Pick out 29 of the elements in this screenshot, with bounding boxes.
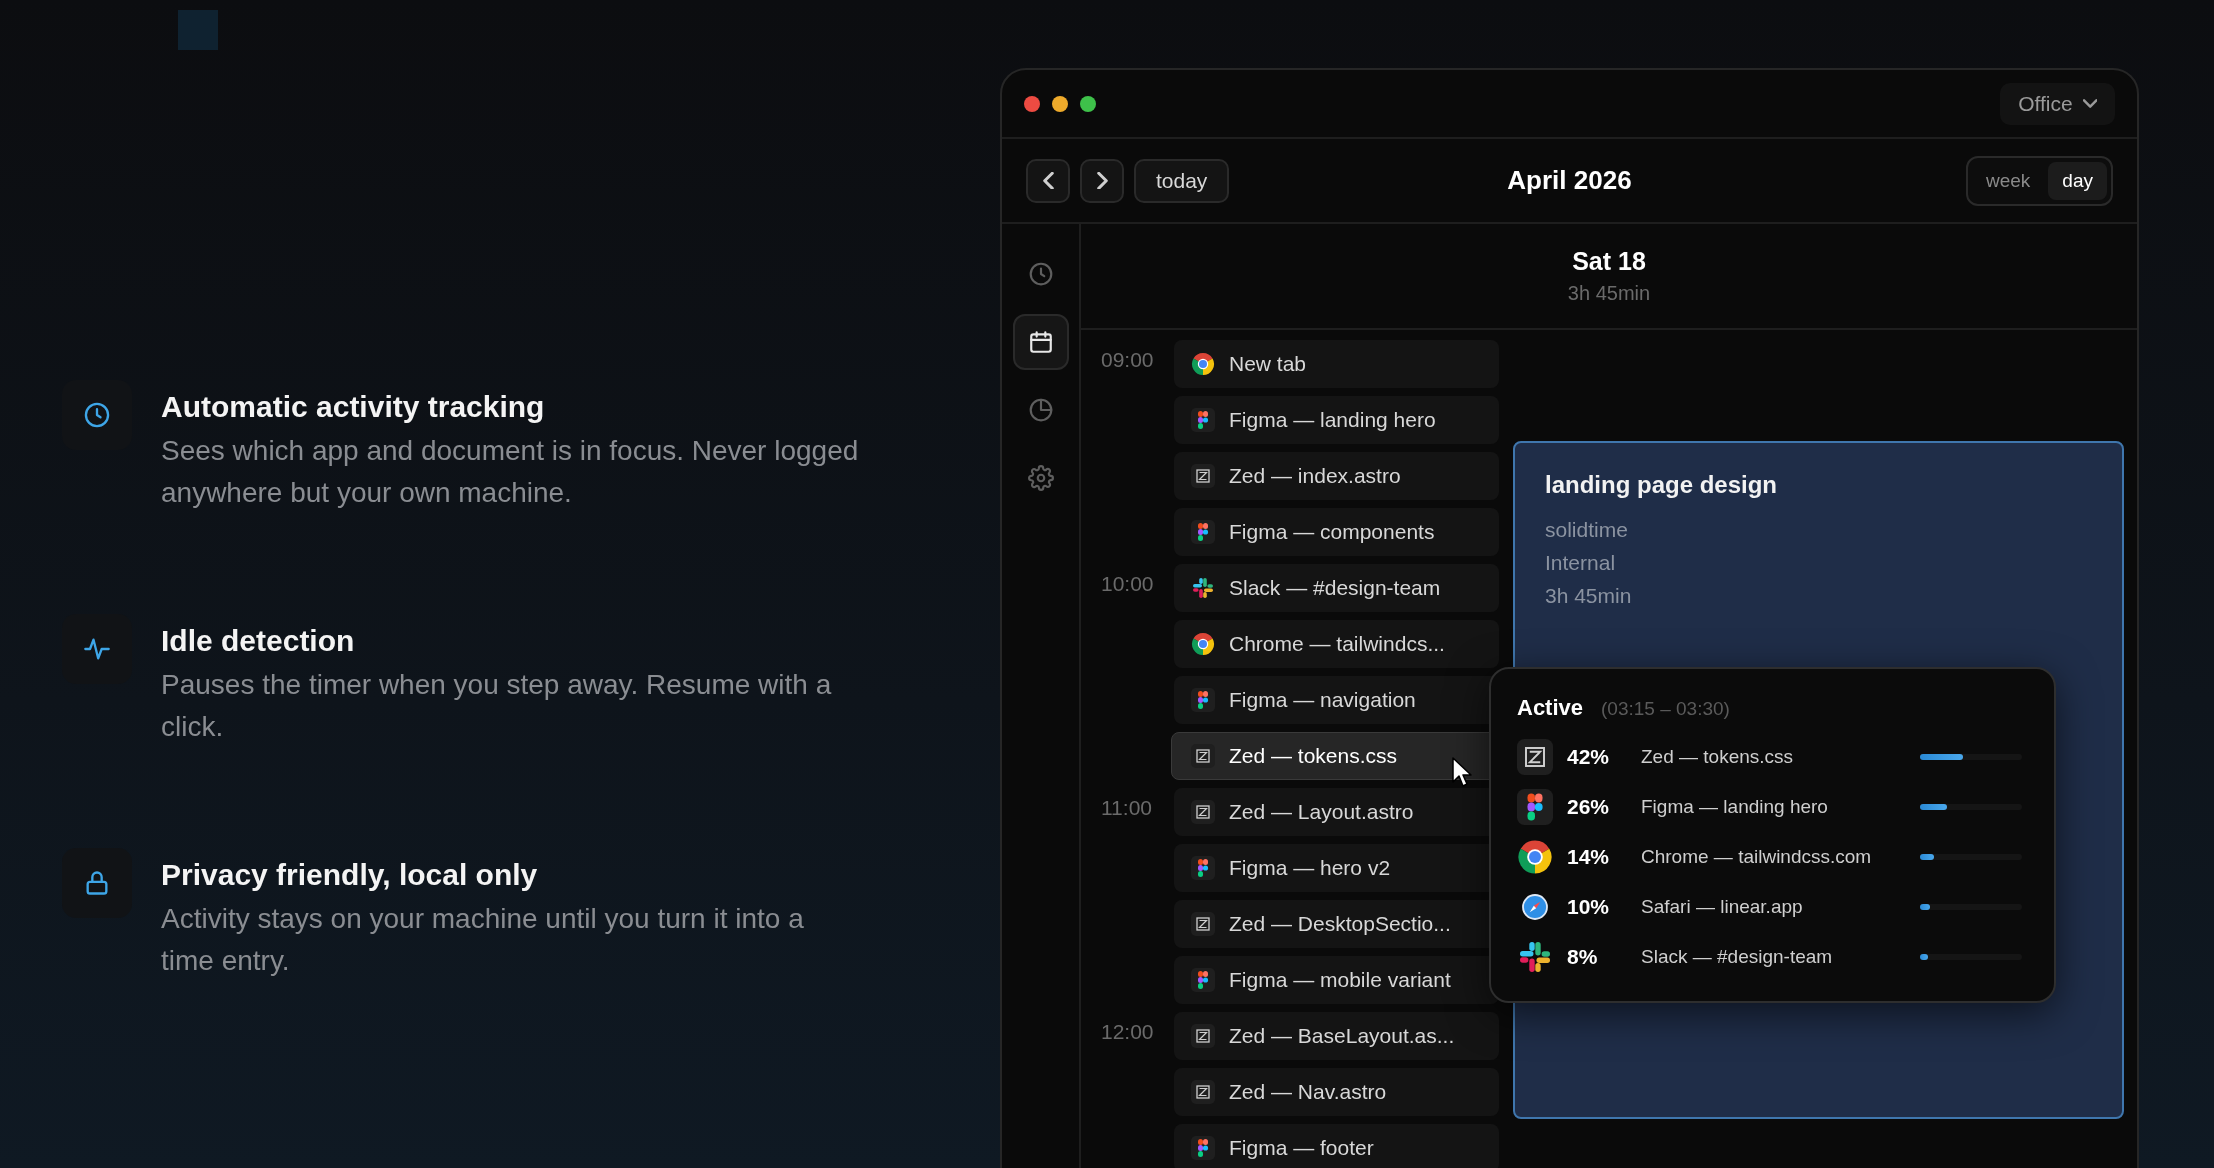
- activity-name: Figma — landing hero: [1641, 796, 1829, 818]
- day-title: Sat 18: [1572, 247, 1646, 276]
- percent-value: 10%: [1567, 895, 1611, 919]
- percent-value: 14%: [1567, 845, 1611, 869]
- event-detail: solidtime: [1545, 517, 1629, 543]
- feature-description: Activity stays on your machine until you turn it into a time entry.: [161, 902, 805, 978]
- activity-name: Slack — #design-team: [1641, 946, 1834, 968]
- popover-title: Active: [1517, 695, 1584, 721]
- month-title: April 2026: [1507, 165, 1632, 195]
- activity-name: Safari — linear.app: [1641, 896, 1804, 918]
- event-detail: 3h 45min: [1545, 583, 1633, 609]
- feature-title: Automatic activity tracking: [161, 390, 546, 424]
- percent-value: 8%: [1567, 945, 1599, 969]
- percent-value: 26%: [1567, 795, 1611, 819]
- time-range: (03:15 – 03:30): [1601, 698, 1730, 720]
- percent-value: 42%: [1567, 745, 1611, 769]
- feature-title: Idle detection: [161, 624, 356, 658]
- hour-label: 12:00: [1101, 1020, 1154, 1043]
- event-detail: Internal: [1545, 550, 1617, 576]
- activity-name: Chrome — tailwindcss.com: [1641, 846, 1873, 868]
- hour-label: 11:00: [1101, 796, 1152, 819]
- event-title: landing page design: [1545, 471, 1779, 499]
- hour-label: 09:00: [1101, 348, 1154, 371]
- day-total: 3h 45min: [1567, 282, 1651, 305]
- feature-title: Privacy friendly, local only: [161, 858, 539, 892]
- feature-description: Sees which app and document is in focus. Never logged anywhere but your own machine.: [161, 434, 860, 510]
- feature-description: Pauses the timer when you step away. Resume with a click.: [161, 668, 833, 744]
- hour-label: 10:00: [1101, 572, 1154, 595]
- activity-name: Zed — tokens.css: [1641, 746, 1795, 768]
